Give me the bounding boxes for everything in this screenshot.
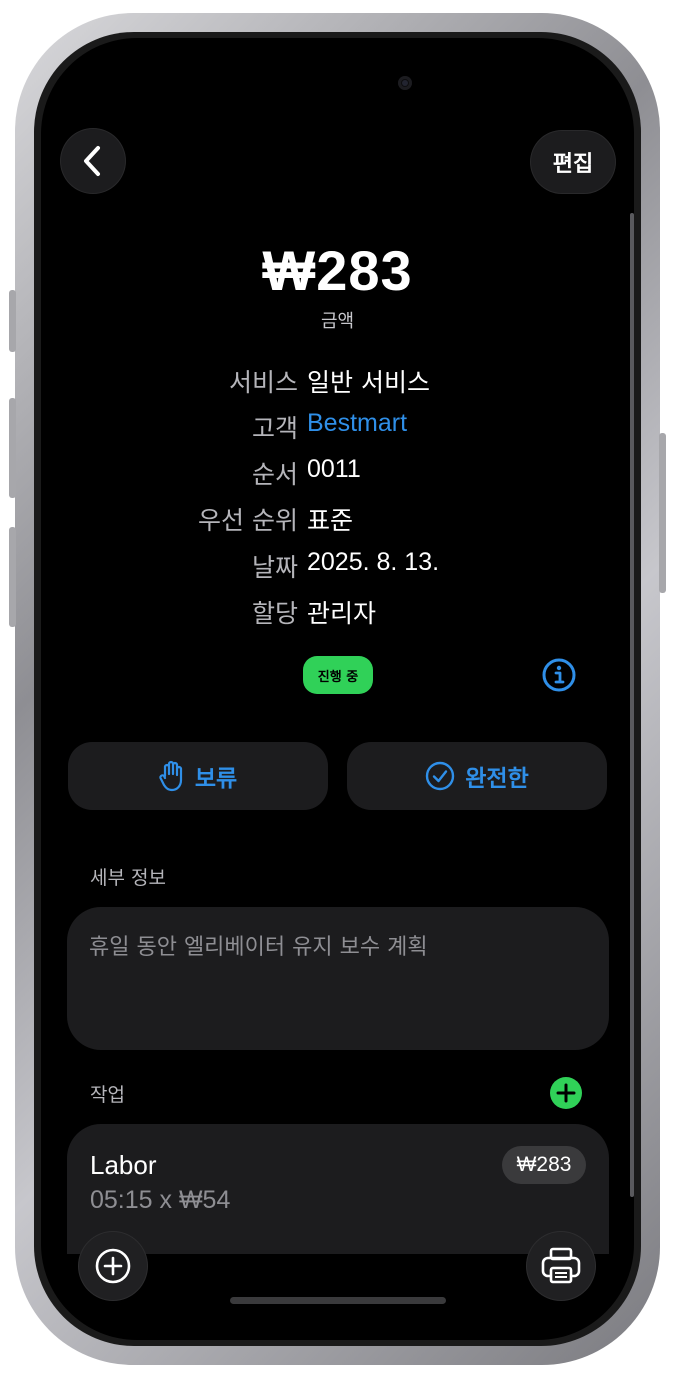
- details-card[interactable]: 휴일 동안 엘리베이터 유지 보수 계획: [67, 907, 609, 1050]
- status-badge[interactable]: 진행 중: [303, 656, 373, 694]
- info-row-order: 순서 0011: [41, 455, 634, 495]
- amount-value: ₩283: [262, 239, 413, 302]
- back-button[interactable]: [60, 128, 126, 194]
- info-circle-icon[interactable]: [542, 658, 576, 692]
- hold-label: 보류: [194, 766, 238, 792]
- info-value: 관리자: [307, 599, 377, 628]
- complete-button[interactable]: 완전한: [347, 742, 607, 810]
- amount-label: 금액: [320, 311, 355, 332]
- scrollbar[interactable]: [630, 213, 634, 1197]
- details-section-label: 세부 정보: [90, 867, 166, 889]
- task-subtitle: 05:15 x ₩54: [90, 1186, 231, 1214]
- info-key: 날짜: [251, 553, 298, 582]
- volume-down-button: [9, 527, 16, 627]
- info-value: 0011: [307, 455, 361, 483]
- printer-icon: [541, 1247, 581, 1284]
- home-indicator[interactable]: [230, 1297, 446, 1304]
- task-title: Labor: [90, 1150, 157, 1180]
- edit-button[interactable]: 편집: [530, 130, 616, 194]
- power-button: [659, 433, 666, 593]
- print-button[interactable]: [526, 1231, 596, 1301]
- info-row-customer: 고객 Bestmart: [41, 409, 634, 449]
- info-row-assigned: 할당 관리자: [41, 594, 634, 634]
- info-value: 2025. 8. 13.: [307, 548, 440, 576]
- chevron-left-icon: [84, 146, 100, 176]
- action-button: [9, 290, 16, 352]
- task-price-badge: ₩283: [502, 1146, 586, 1184]
- info-value: 일반 서비스: [307, 368, 430, 397]
- task-row[interactable]: Labor 05:15 x ₩54 ₩283: [67, 1124, 609, 1254]
- info-key: 고객: [251, 414, 298, 443]
- complete-label: 완전한: [465, 766, 529, 792]
- front-camera: [398, 76, 412, 90]
- info-key: 서비스: [228, 368, 298, 397]
- info-key: 할당: [251, 599, 298, 628]
- info-key: 순서: [251, 460, 298, 489]
- tasks-section-label: 작업: [90, 1084, 125, 1106]
- plus-circle-icon: [95, 1248, 131, 1284]
- checkmark-circle-icon: [426, 761, 455, 791]
- info-row-service: 서비스 일반 서비스: [41, 363, 634, 403]
- hand-raised-icon: [159, 760, 182, 792]
- hold-button[interactable]: 보류: [68, 742, 328, 810]
- volume-up-button: [9, 398, 16, 498]
- info-value: 표준: [307, 506, 354, 535]
- details-text: 휴일 동안 엘리베이터 유지 보수 계획: [89, 935, 428, 960]
- info-row-priority: 우선 순위 표준: [41, 501, 634, 541]
- add-task-button[interactable]: [549, 1076, 583, 1110]
- customer-link[interactable]: Bestmart: [307, 409, 407, 438]
- screen: 편집 ₩283 금액 서비스 일반 서비스 고객 Bestmart 순서 001…: [41, 38, 634, 1340]
- info-key: 우선 순위: [198, 506, 298, 535]
- info-row-date: 날짜 2025. 8. 13.: [41, 548, 634, 588]
- add-button[interactable]: [78, 1231, 148, 1301]
